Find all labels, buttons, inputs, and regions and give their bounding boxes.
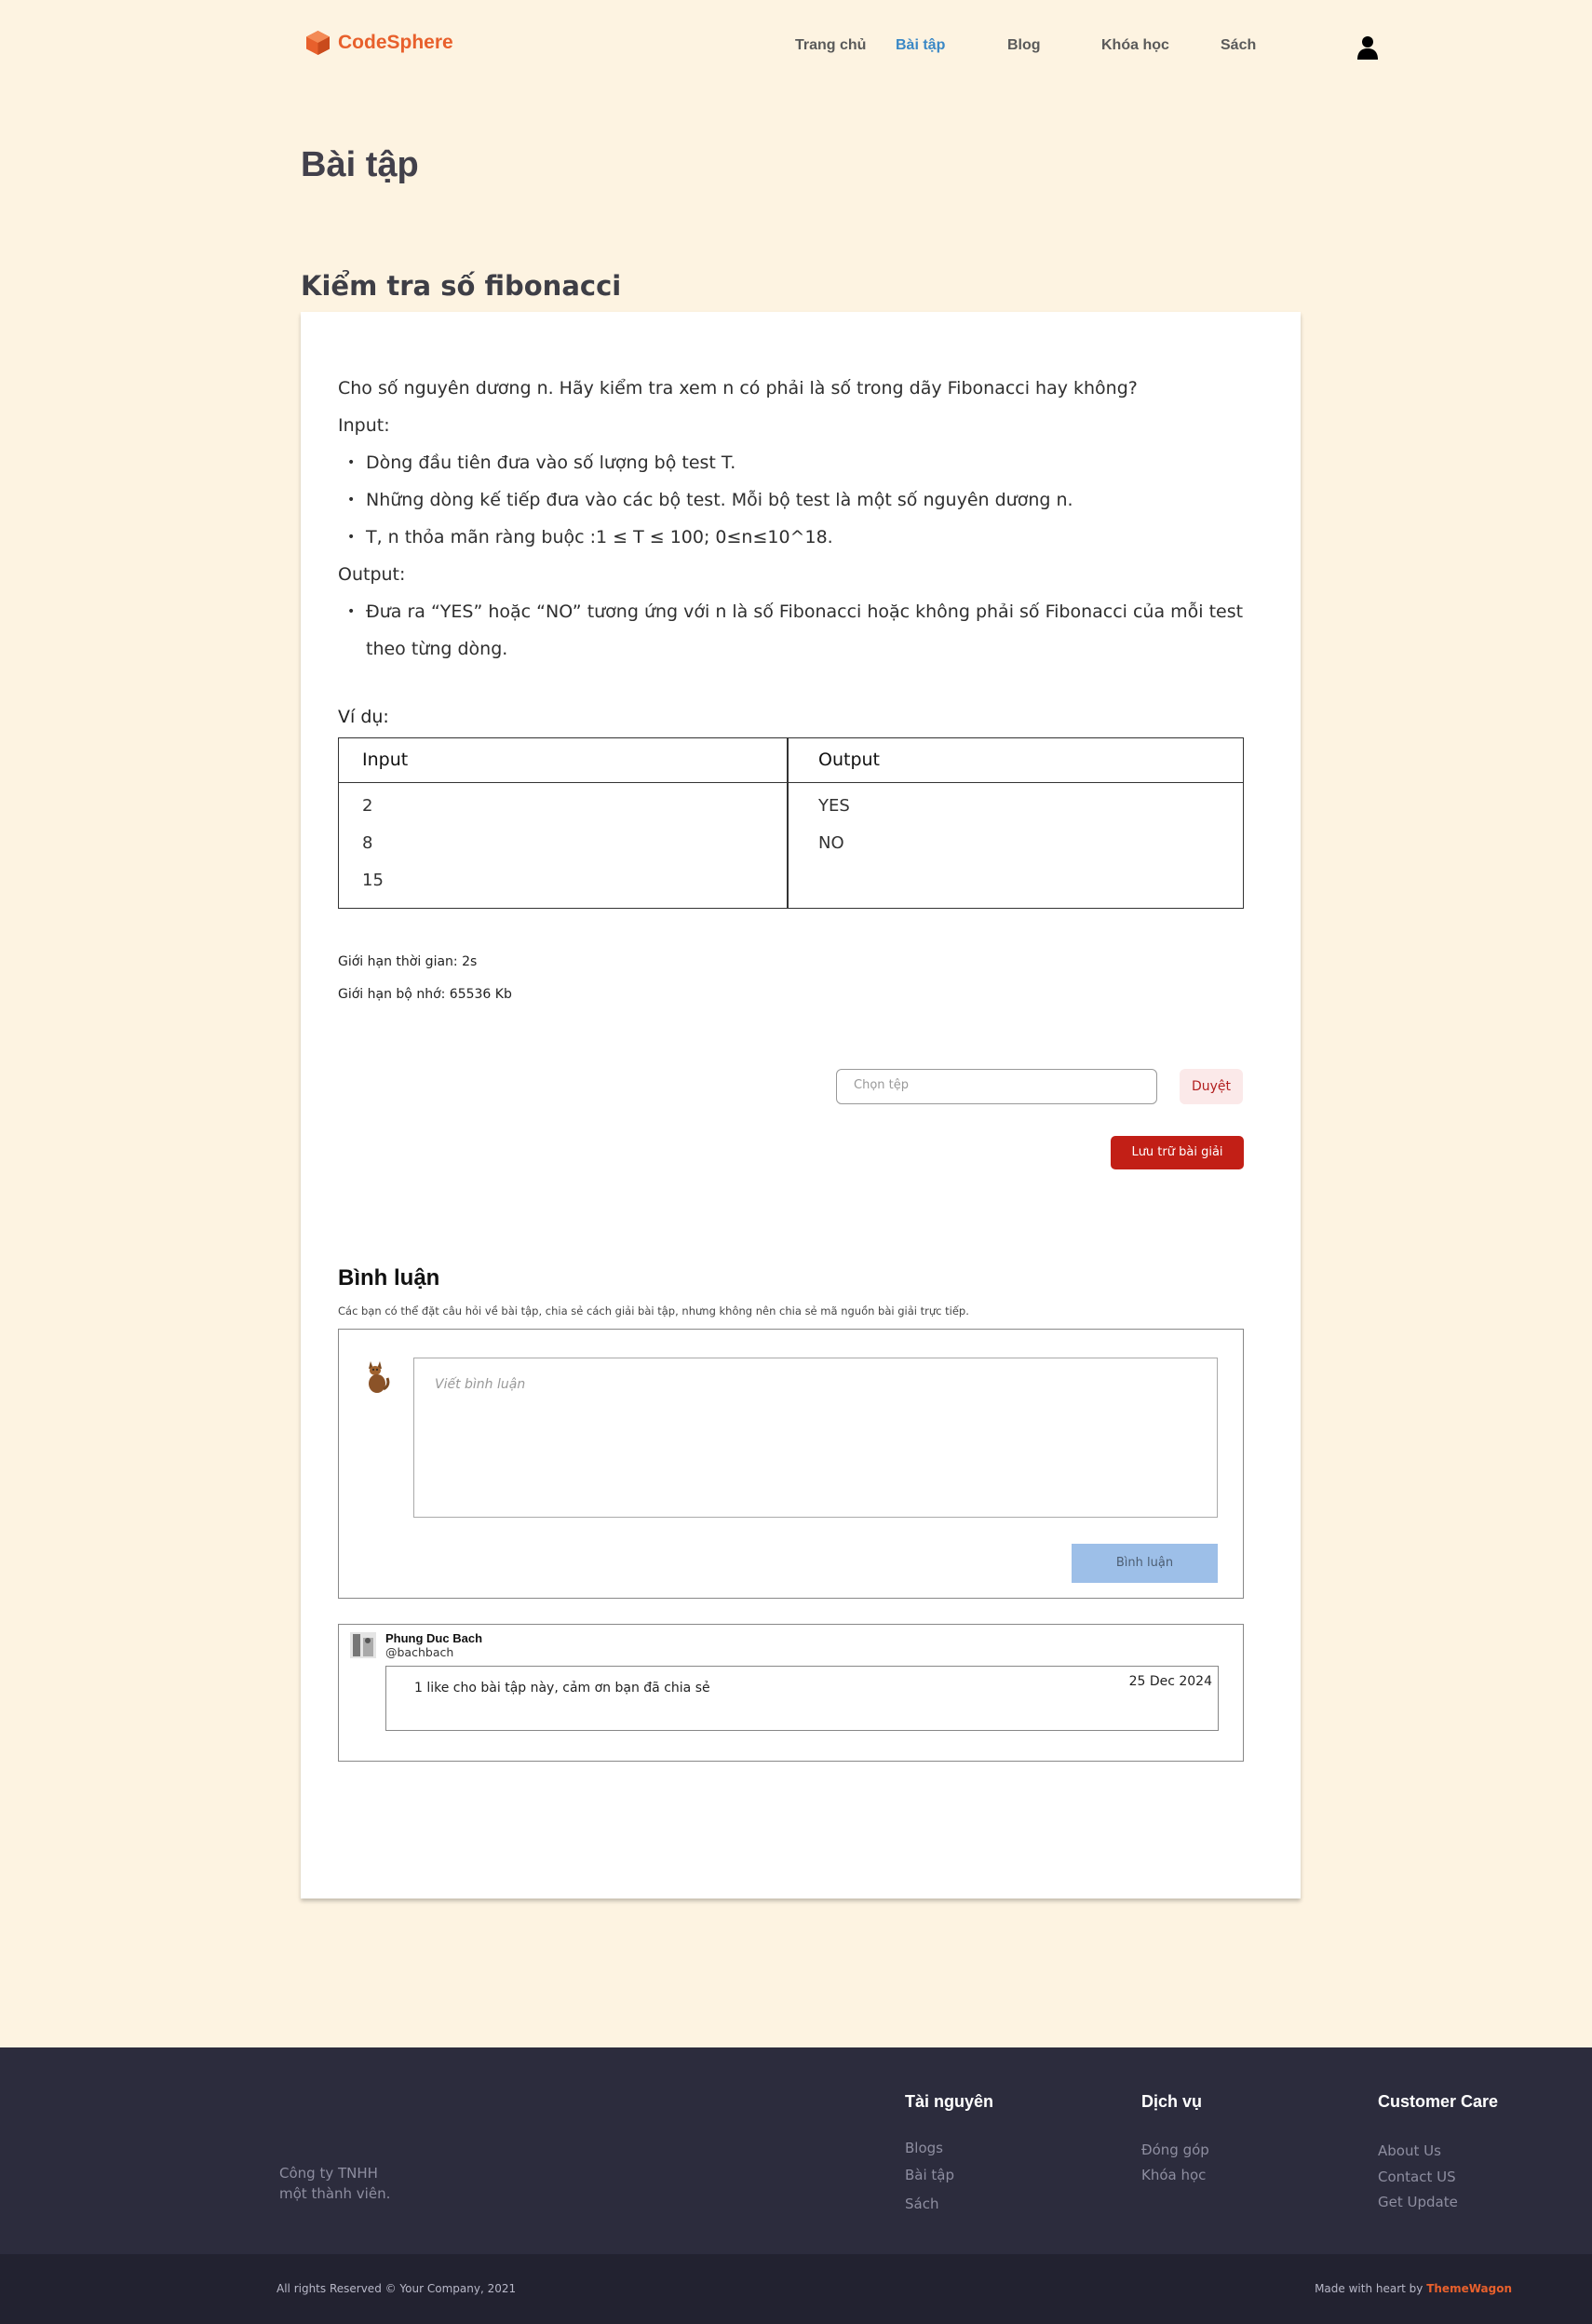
input-item: T, n thỏa mãn ràng buộc :1 ≤ T ≤ 100; 0≤… [338,519,1250,556]
example-table-header [339,738,1243,783]
nav-item-blog[interactable]: Blog [1007,37,1041,54]
footer-link-books[interactable]: Sách [905,2196,938,2212]
save-solution-button[interactable]: Lưu trữ bài giải [1111,1136,1244,1169]
time-limit: Giới hạn thời gian: 2s [338,954,478,969]
site-footer: Công ty TNHH một thành viên. Tài nguyên … [0,2047,1592,2254]
nav-item-courses[interactable]: Khóa học [1101,37,1169,54]
nav-item-home[interactable]: Trang chủ [795,37,866,54]
output-list: Đưa ra “YES” hoặc “NO” tương ứng với n l… [338,593,1250,668]
problem-description: Cho số nguyên dương n. Hãy kiểm tra xem … [338,370,1250,668]
made-with-label: Made with heart by [1315,2282,1423,2295]
user-avatar-icon [350,1632,376,1658]
footer-col-title-resources: Tài nguyên [905,2092,994,2111]
comment-body: 1 like cho bài tập này, cảm ơn bạn đã ch… [385,1666,1219,1731]
example-label: Ví dụ: [338,707,389,727]
comment-form: Viết bình luận Bình luận [338,1329,1244,1599]
output-item: Đưa ra “YES” hoặc “NO” tương ứng với n l… [338,593,1250,668]
memory-limit: Giới hạn bộ nhớ: 65536 Kb [338,987,512,1002]
nav-item-books[interactable]: Sách [1221,37,1256,54]
example-output-line: NO [818,833,844,853]
footer-link-blogs[interactable]: Blogs [905,2140,943,2156]
nav-item-exercises[interactable]: Bài tập [896,37,945,54]
footer-col-title-customer-care: Customer Care [1378,2092,1499,2111]
comment-author-handle: @bachbach [385,1645,454,1659]
footer-link-contact[interactable]: Contact US [1378,2169,1456,2185]
site-header: CodeSphere Trang chủ Bài tập Blog Khóa h… [0,0,1592,93]
footer-company-line: Công ty TNHH [279,2165,378,2182]
comment-textarea[interactable]: Viết bình luận [413,1358,1218,1518]
made-with-text: Made with heart by ThemeWagon [1315,2282,1512,2295]
footer-link-about[interactable]: About Us [1378,2142,1441,2159]
problem-intro: Cho số nguyên dương n. Hãy kiểm tra xem … [338,378,1138,399]
comments-subtitle: Các bạn có thể đặt câu hỏi về bài tập, c… [338,1304,969,1317]
example-table-divider [787,738,789,908]
problem-title: Kiểm tra số fibonacci [301,270,622,302]
file-input[interactable]: Chọn tệp [836,1069,1157,1104]
themewagon-link[interactable]: ThemeWagon [1426,2282,1512,2295]
footer-company-line: một thành viên. [279,2185,391,2202]
submit-comment-button[interactable]: Bình luận [1072,1544,1218,1583]
footer-link-exercises[interactable]: Bài tập [905,2167,954,2183]
comment-item: Phung Duc Bach @bachbach 1 like cho bài … [338,1624,1244,1762]
page-title: Bài tập [301,145,419,184]
example-input-line: 15 [362,871,384,890]
example-header-input: Input [362,750,409,770]
input-label: Input: [338,415,390,436]
footer-company: Công ty TNHH một thành viên. [279,2163,390,2204]
example-input-line: 2 [362,796,373,816]
output-label: Output: [338,564,406,585]
example-header-output: Output [818,750,880,770]
footer-link-courses[interactable]: Khóa học [1141,2167,1206,2183]
footer-link-contribute[interactable]: Đóng góp [1141,2142,1209,2158]
example-output-line: YES [818,796,850,816]
comment-author-name: Phung Duc Bach [385,1631,483,1645]
example-input-line: 8 [362,833,373,853]
example-table: Input Output 2 8 15 YES NO [338,737,1244,909]
comment-date: 25 Dec 2024 [1128,1674,1212,1689]
comment-text: 1 like cho bài tập này, cảm ơn bạn đã ch… [414,1681,710,1696]
comments-title: Bình luận [338,1265,440,1290]
footer-bottom-bar: All rights Reserved © Your Company, 2021… [0,2254,1592,2324]
input-item: Dòng đầu tiên đưa vào số lượng bộ test T… [338,444,1250,481]
input-list: Dòng đầu tiên đưa vào số lượng bộ test T… [338,444,1250,556]
cat-avatar-icon [369,1361,390,1393]
browse-button[interactable]: Duyệt [1180,1069,1243,1104]
user-icon[interactable] [1356,35,1379,60]
footer-link-get-update[interactable]: Get Update [1378,2194,1458,2210]
input-item: Những dòng kế tiếp đưa vào các bộ test. … [338,481,1250,519]
footer-col-title-services: Dịch vụ [1141,2092,1203,2111]
copyright-text: All rights Reserved © Your Company, 2021 [277,2282,517,2295]
main-nav: Trang chủ Bài tập Blog Khóa học Sách [0,37,1592,56]
problem-card: Cho số nguyên dương n. Hãy kiểm tra xem … [301,312,1301,1898]
